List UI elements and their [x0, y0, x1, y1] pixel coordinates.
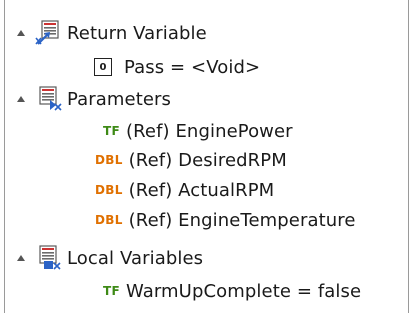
double-type-icon: DBL — [95, 213, 123, 227]
double-type-icon: DBL — [95, 153, 123, 167]
tree-node-return-variable[interactable]: Return Variable — [15, 18, 207, 48]
parameter-label: (Ref) ActualRPM — [128, 179, 275, 201]
local-variable-label: WarmUpComplete = false — [125, 280, 362, 302]
variable-label: Pass = <Void> — [124, 56, 261, 78]
parameter-label: (Ref) EngineTemperature — [128, 209, 356, 231]
parameter-label: (Ref) DesiredRPM — [128, 149, 287, 171]
boolean-type-icon: TF — [103, 124, 120, 138]
category-label-local-variables: Local Variables — [67, 247, 204, 269]
parameters-icon — [35, 86, 63, 112]
tree-node-local-variables[interactable]: Local Variables — [15, 243, 203, 273]
boolean-type-icon: TF — [103, 284, 120, 298]
tree-node-parameters[interactable]: Parameters — [15, 84, 171, 114]
category-label-return-variable: Return Variable — [67, 22, 207, 44]
collapse-arrow-icon[interactable] — [15, 18, 27, 48]
category-label-parameters: Parameters — [67, 88, 172, 110]
parameter-label: (Ref) EnginePower — [125, 120, 293, 142]
variables-tree: Return Variable 0 Pass = <Void> Paramete… — [4, 0, 409, 313]
tree-leaf-parameter[interactable]: DBL (Ref) DesiredRPM — [95, 145, 287, 175]
tree-leaf-parameter[interactable]: TF (Ref) EnginePower — [103, 116, 293, 146]
collapse-arrow-icon[interactable] — [15, 84, 27, 114]
void-type-icon: 0 — [94, 58, 112, 76]
tree-leaf-parameter[interactable]: DBL (Ref) ActualRPM — [95, 175, 274, 205]
local-variables-icon — [35, 245, 63, 271]
tree-leaf-return-value[interactable]: 0 Pass = <Void> — [94, 52, 260, 82]
tree-leaf-parameter[interactable]: DBL (Ref) EngineTemperature — [95, 205, 356, 235]
tree-leaf-local-variable[interactable]: TF WarmUpComplete = false — [103, 276, 361, 306]
collapse-arrow-icon[interactable] — [15, 243, 27, 273]
double-type-icon: DBL — [95, 183, 123, 197]
return-variable-icon — [35, 20, 63, 46]
